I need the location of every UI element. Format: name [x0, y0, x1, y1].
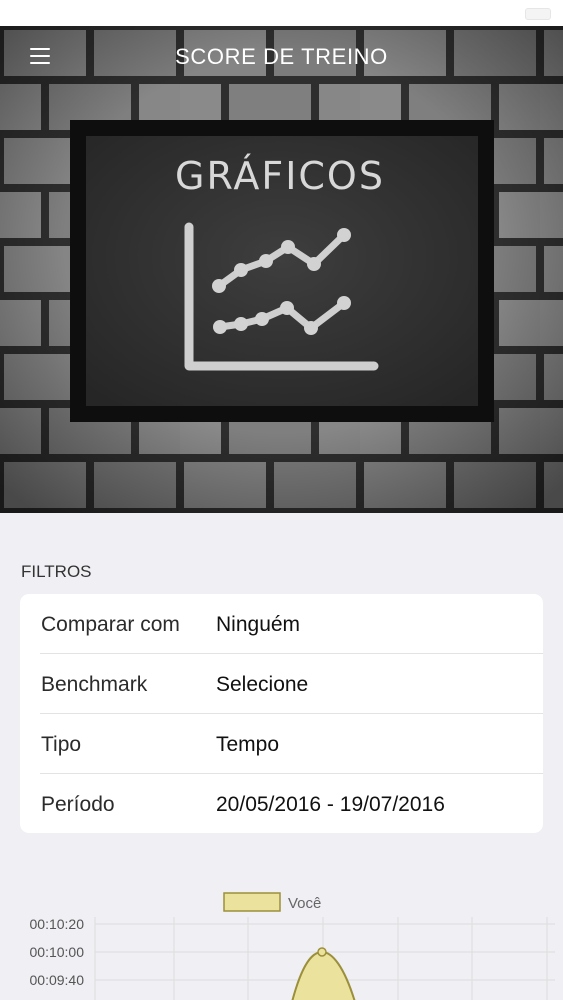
- score-chart: Você 00:10:20 00:10:00 00:09:40: [0, 880, 563, 1000]
- filter-compare-row[interactable]: Comparar com Ninguém: [20, 594, 543, 654]
- filters-section-title: FILTROS: [21, 562, 92, 581]
- series-area: [291, 950, 356, 1000]
- y-tick-label: 00:10:00: [30, 944, 85, 960]
- filters-card: Comparar com Ninguém Benchmark Selecione…: [20, 594, 543, 833]
- blackboard-title: GRÁFICOS: [175, 154, 385, 198]
- filter-label: Tipo: [41, 733, 82, 756]
- filter-value: Selecione: [216, 673, 309, 696]
- filter-label: Comparar com: [41, 613, 180, 636]
- filter-value: Ninguém: [216, 613, 301, 636]
- y-tick-label: 00:10:20: [30, 916, 85, 932]
- filter-label: Benchmark: [41, 673, 148, 696]
- filter-value: 20/05/2016 - 19/07/2016: [216, 793, 445, 816]
- filter-value: Tempo: [216, 733, 280, 756]
- battery-icon: [525, 8, 551, 20]
- series-point: [317, 947, 327, 957]
- filter-period-row[interactable]: Período 20/05/2016 - 19/07/2016: [20, 774, 543, 834]
- filter-type-row[interactable]: Tipo Tempo: [20, 714, 543, 774]
- filter-benchmark-row[interactable]: Benchmark Selecione: [20, 654, 543, 714]
- chart-canvas: Você 00:10:20 00:10:00 00:09:40: [30, 892, 555, 1000]
- hero-image: GRÁFICOS: [0, 26, 563, 513]
- legend-label: Você: [288, 895, 321, 912]
- y-tick-label: 00:09:40: [30, 972, 85, 988]
- app-bar: SCORE DE TREINO: [0, 26, 563, 86]
- page-title: SCORE DE TREINO: [175, 44, 388, 69]
- legend-swatch: [223, 892, 281, 912]
- filter-label: Período: [41, 793, 115, 816]
- status-bar: [0, 0, 563, 26]
